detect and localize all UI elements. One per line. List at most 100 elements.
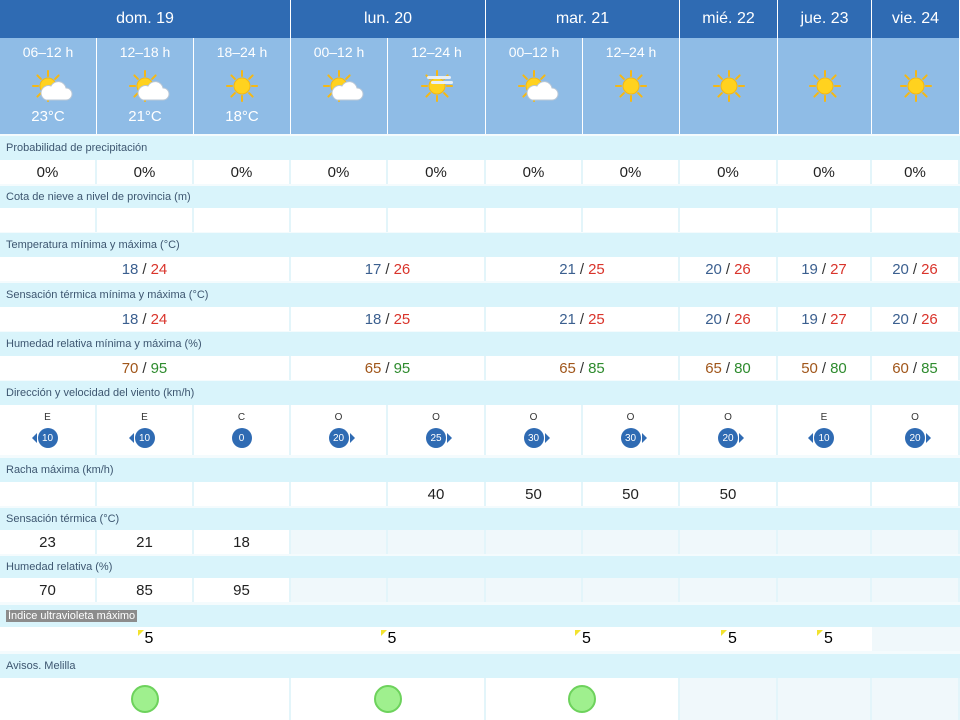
min-value: 21 [559,310,576,328]
min-value: 65 [559,359,576,377]
max-value: 25 [393,310,411,328]
forecast-table: dom. 19 lun. 20 mar. 21 mié. 22 jue. 23 vie. … [0,0,960,720]
gust-cell [291,482,388,506]
uv-flag-icon [817,630,824,636]
section-label-hum: Humedad relativa mínima y máxima (%) [0,332,960,356]
precip-value: 0% [813,163,835,181]
precip-value: 0% [230,163,253,181]
uv-flag-icon [380,630,387,636]
snow-cell [872,208,960,232]
precip-value: 0% [904,163,926,181]
alert-cell [680,678,778,720]
hum-now-cell [872,578,960,602]
period-cell [680,38,778,134]
wind-cell: E 10 [778,405,872,455]
gust-cell: 50 [583,482,680,506]
gust-value: 40 [427,485,445,503]
hum-now-cell [388,578,486,602]
wind-cell: O 20 [291,405,388,455]
max-value: 80 [734,359,751,377]
uv-value: 5 [824,630,833,647]
feel-now-cell [583,530,680,554]
min-value: 18 [364,310,382,328]
hum-now-cell [778,578,872,602]
gust-cell: 50 [680,482,778,506]
sun-cloud-icon [311,66,367,106]
wind-direction: C [237,412,246,423]
min-value: 18 [121,260,139,278]
uv-flag-icon [575,630,582,636]
separator: / [142,310,147,328]
section-label-feel-now: Sensación térmica (°C) [0,508,960,530]
wind-direction: O [334,412,343,423]
gust-cell [97,482,194,506]
separator: / [725,310,731,328]
wind-direction: E [141,412,148,423]
max-value: 85 [921,359,938,377]
sun-icon [603,66,659,106]
uv-flag-icon [137,630,144,636]
hum-now-cell: 85 [97,578,194,602]
uv-cell [872,627,960,651]
max-value: 95 [393,359,411,377]
separator: / [912,359,918,377]
wind-cell: C0 [194,405,291,455]
feel-now-value: 23 [39,533,56,551]
precip-value: 0% [36,163,59,181]
period-cell: 18–24 h 18°C [194,38,291,134]
alert-green-icon[interactable] [568,685,596,713]
precip-cell: 0% [97,160,194,184]
feel-now-cell: 23 [0,530,97,554]
separator: / [821,260,827,278]
wind-speed-badge: 20 [718,428,744,448]
gust-cell: 50 [486,482,583,506]
sun-icon [214,66,270,106]
feel-now-value: 21 [136,533,153,551]
feel-now-cell: 21 [97,530,194,554]
wind-direction: O [911,412,919,423]
min-value: 21 [559,260,576,278]
section-title: Temperatura mínima y máxima (°C) [6,239,180,251]
wind-cell: O 30 [583,405,680,455]
alert-green-icon[interactable] [130,685,159,713]
uv-value: 5 [582,630,591,647]
hum-now-value: 70 [39,581,56,599]
separator: / [142,260,147,278]
hum-now-value: 95 [233,581,250,599]
min-value: 17 [364,260,382,278]
snow-cell [291,208,388,232]
wind-cell: O 30 [486,405,583,455]
section-label-wind: Dirección y velocidad del viento (km/h) [0,381,960,405]
precip-value: 0% [522,163,545,181]
wind-direction: O [626,412,635,423]
alert-green-icon[interactable] [373,685,402,713]
snow-cell [680,208,778,232]
hum-now-value: 85 [136,581,153,599]
wind-speed-badge: 10 [128,428,155,448]
uv-value: 5 [144,630,154,647]
uv-index: 5 [778,627,872,651]
section-title: Humedad relativa mínima y máxima (%) [6,338,202,350]
min-value: 19 [801,260,818,278]
min-value: 65 [364,359,382,377]
max-value: 24 [150,260,168,278]
gust-cell [872,482,960,506]
section-title: Cota de nieve a nivel de provincia (m) [6,191,191,203]
max-value: 27 [830,260,847,278]
precip-cell: 0% [194,160,291,184]
hum-minmax-cell: 50/80 [778,356,872,380]
section-title: Avisos. Melilla [6,660,76,672]
separator: / [725,359,731,377]
precip-value: 0% [133,163,156,181]
snow-cell [388,208,486,232]
max-value: 25 [588,310,605,328]
max-value: 25 [588,260,605,278]
day-header: dom. 19 [0,0,291,38]
feel-now-cell [872,530,960,554]
uv-flag-icon [721,630,728,636]
uv-cell [194,627,291,651]
hum-minmax-cell: 65/80 [680,356,778,380]
precip-value: 0% [425,163,447,181]
feel-minmax-cell: 20/26 [872,307,960,331]
min-value: 20 [705,310,722,328]
